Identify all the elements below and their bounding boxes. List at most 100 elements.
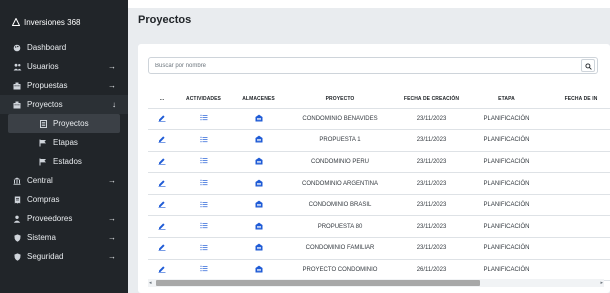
sidebar-item-usuarios[interactable]: Usuarios → xyxy=(0,57,128,76)
activities-cell xyxy=(176,194,231,217)
edit-cell xyxy=(148,108,176,131)
sidebar-item-sistema[interactable]: Sistema → xyxy=(0,228,128,247)
created-date-cell: 26/11/2023 xyxy=(394,259,469,282)
created-date-cell: 23/11/2023 xyxy=(394,237,469,260)
edit-icon[interactable] xyxy=(158,243,166,252)
warehouses-cell xyxy=(231,194,286,217)
warehouses-cell xyxy=(231,237,286,260)
sidebar-item-dashboard[interactable]: Dashboard xyxy=(0,38,128,57)
projects-card: ... ACTIVIDADES ALMACENES PROYECTO FECHA… xyxy=(138,44,610,293)
warehouse-icon[interactable] xyxy=(255,179,263,187)
sidebar-item-label: Proveedores xyxy=(27,214,73,223)
table-row[interactable]: PROPUESTA 1 23/11/2023 PLANIFICACIÓN xyxy=(148,129,610,152)
scroll-right-icon[interactable]: ▸ xyxy=(600,279,603,287)
sidebar-subitem-label: Etapas xyxy=(53,138,78,147)
flag-icon xyxy=(38,158,48,166)
sidebar-item-label: Proyectos xyxy=(27,100,63,109)
table-row[interactable]: PROPUESTA 80 23/11/2023 PLANIFICACIÓN xyxy=(148,215,610,239)
list-icon[interactable] xyxy=(200,136,208,143)
warehouse-icon[interactable] xyxy=(255,265,263,273)
warehouse-icon[interactable] xyxy=(255,135,263,143)
column-header: ... xyxy=(148,90,176,109)
search-icon xyxy=(584,58,592,73)
projects-table-container: ... ACTIVIDADES ALMACENES PROYECTO FECHA… xyxy=(148,90,610,286)
table-header-row: ... ACTIVIDADES ALMACENES PROYECTO FECHA… xyxy=(148,90,610,109)
table-row[interactable]: CONDOMINIO BRASIL 23/11/2023 PLANIFICACIÓN xyxy=(148,194,610,217)
warehouse-icon[interactable] xyxy=(255,114,263,122)
list-icon[interactable] xyxy=(200,244,208,251)
table-row[interactable]: CONDOMINIO PERU 23/11/2023 PLANIFICACIÓN xyxy=(148,151,610,174)
projects-table: ... ACTIVIDADES ALMACENES PROYECTO FECHA… xyxy=(148,90,610,282)
start-date-cell xyxy=(544,151,610,174)
sidebar-item-seguridad[interactable]: Seguridad → xyxy=(0,247,128,266)
start-date-cell xyxy=(544,108,610,131)
scrollbar-thumb[interactable] xyxy=(156,280,480,286)
list-icon[interactable] xyxy=(200,201,208,208)
column-header: ACTIVIDADES xyxy=(176,90,231,109)
created-date-cell: 23/11/2023 xyxy=(394,129,469,152)
stage-cell: PLANIFICACIÓN xyxy=(469,172,544,195)
scroll-left-icon[interactable]: ◂ xyxy=(149,279,152,287)
edit-icon[interactable] xyxy=(158,222,166,230)
search-button[interactable] xyxy=(581,59,595,72)
warehouse-icon[interactable] xyxy=(255,243,263,251)
warehouse-icon[interactable] xyxy=(255,157,263,165)
edit-icon[interactable] xyxy=(158,114,166,122)
brand[interactable]: Inversiones 368 xyxy=(0,12,128,32)
table-row[interactable]: CONDOMINIO ARGENTINA 23/11/2023 PLANIFICAC… xyxy=(148,172,610,195)
project-name-cell: CONDOMINIO PERU xyxy=(286,151,394,174)
stage-cell: PLANIFICACIÓN xyxy=(469,194,544,217)
column-header: PROYECTO xyxy=(286,90,394,109)
table-row[interactable]: CONDOMINIO FAMILIAR 23/11/2023 PLANIFICACI… xyxy=(148,237,610,260)
sidebar-item-compras[interactable]: Compras xyxy=(0,190,128,209)
sidebar-item-label: Dashboard xyxy=(27,43,67,52)
table-row[interactable]: PROYECTO CONDOMINIO 26/11/2023 PLANIFICACI… xyxy=(148,259,610,282)
edit-cell xyxy=(148,237,176,260)
arrow-down-icon: ↓ xyxy=(112,100,116,109)
list-icon xyxy=(38,119,48,128)
sidebar-subitem-proyectos[interactable]: Proyectos xyxy=(8,114,120,133)
edit-cell xyxy=(148,151,176,174)
brand-icon xyxy=(12,18,20,26)
list-icon[interactable] xyxy=(200,114,208,121)
shield-icon xyxy=(12,252,22,261)
activities-cell xyxy=(176,129,231,152)
sidebar-item-propuestas[interactable]: Propuestas → xyxy=(0,76,128,95)
list-icon[interactable] xyxy=(200,265,208,272)
list-icon[interactable] xyxy=(200,179,208,186)
edit-icon[interactable] xyxy=(158,265,166,273)
sidebar-item-label: Central xyxy=(27,176,53,185)
column-header: FECHA DE CREACIÓN xyxy=(394,90,469,109)
warehouse-icon[interactable] xyxy=(255,222,263,230)
sidebar-item-proyectos[interactable]: Proyectos ↓ xyxy=(0,95,128,114)
list-icon[interactable] xyxy=(200,157,208,164)
column-header: ALMACENES xyxy=(231,90,286,109)
edit-icon[interactable] xyxy=(158,135,166,144)
created-date-cell: 23/11/2023 xyxy=(394,194,469,217)
start-date-cell xyxy=(544,194,610,217)
start-date-cell xyxy=(544,237,610,260)
edit-cell xyxy=(148,172,176,195)
building-icon xyxy=(12,82,22,90)
edit-icon[interactable] xyxy=(158,157,166,165)
sidebar-item-central[interactable]: Central → xyxy=(0,171,128,190)
edit-cell xyxy=(148,215,176,239)
table-row[interactable]: CONDOMINIO BENAVIDES 23/11/2023 PLANIFICAC… xyxy=(148,108,610,131)
activities-cell xyxy=(176,215,231,239)
list-icon[interactable] xyxy=(200,222,208,229)
edit-cell xyxy=(148,194,176,217)
stage-cell: PLANIFICACIÓN xyxy=(469,215,544,239)
search-input[interactable] xyxy=(149,58,581,73)
start-date-cell xyxy=(544,172,610,195)
sidebar-subitem-estados[interactable]: Estados xyxy=(0,152,128,171)
sidebar-item-proveedores[interactable]: Proveedores → xyxy=(0,209,128,228)
edit-icon[interactable] xyxy=(158,200,166,208)
edit-cell xyxy=(148,129,176,152)
edit-icon[interactable] xyxy=(158,179,166,187)
horizontal-scrollbar[interactable]: ◂ ▸ xyxy=(148,279,604,287)
warehouses-cell xyxy=(231,151,286,174)
warehouse-icon[interactable] xyxy=(255,200,263,208)
created-date-cell: 23/11/2023 xyxy=(394,172,469,195)
sidebar-subitem-etapas[interactable]: Etapas xyxy=(0,133,128,152)
sidebar-subitem-label: Proyectos xyxy=(53,119,89,128)
